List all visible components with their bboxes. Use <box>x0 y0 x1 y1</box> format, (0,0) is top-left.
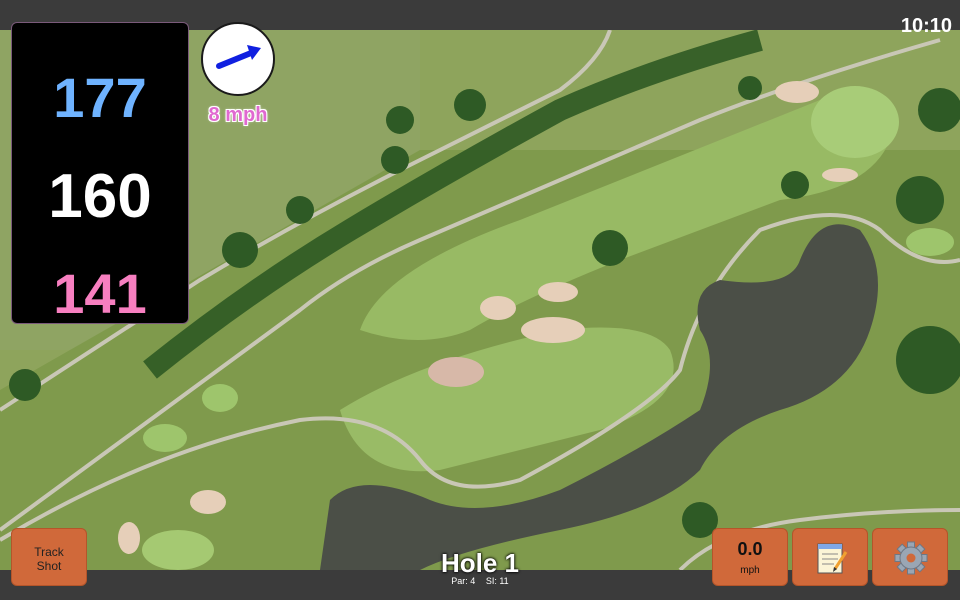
notepad-icon <box>817 543 848 574</box>
wind-indicator[interactable] <box>201 22 275 96</box>
track-shot-button[interactable]: Track Shot <box>11 528 87 586</box>
settings-button[interactable] <box>872 528 948 586</box>
clock: 10:10 <box>900 15 952 37</box>
speed-button[interactable]: 0.0 mph <box>712 528 788 586</box>
hole-par: Par: 4 <box>451 576 476 586</box>
arrow-east-icon <box>216 45 261 69</box>
gear-icon <box>894 541 928 575</box>
distance-panel: 177 160 141 <box>11 22 189 325</box>
hole-title: Hole 1 <box>440 548 520 578</box>
speed-unit: mph <box>740 565 760 576</box>
speed-value: 0.0 <box>737 539 763 559</box>
middle-distance: 160 <box>48 162 152 231</box>
track-shot-label: Track Shot <box>34 545 64 573</box>
hole-si: SI: 11 <box>485 576 509 586</box>
hole-info: Par: 4 SI: 11 <box>380 576 580 586</box>
back-distance: 177 <box>53 66 147 129</box>
notes-button[interactable] <box>792 528 868 586</box>
wind-speed: 8 mph <box>208 104 268 126</box>
front-distance: 141 <box>53 262 147 325</box>
